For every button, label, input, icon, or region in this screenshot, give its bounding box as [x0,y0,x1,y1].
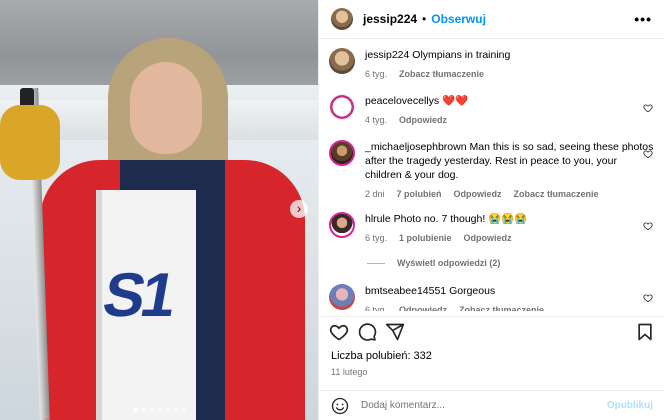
comment-username[interactable]: _michaeljosephbrown [365,141,467,153]
caption-meta: 6 tyg. Zobacz tłumaczenie [365,67,655,81]
caption-time: 6 tyg. [365,69,388,79]
separator-dot: • [422,12,427,26]
carousel-dot [132,407,138,412]
yellow-glove [0,105,60,180]
share-icon[interactable] [385,322,405,342]
comment-item: _michaeljosephbrown Man this is so sad, … [329,140,655,201]
view-replies-button[interactable]: Wyświetl odpowiedzi (2) [367,258,500,268]
comment-username[interactable]: bmtseabee14551 [365,285,446,297]
caption-username[interactable]: jessip224 [365,49,409,61]
carousel-dot [156,407,162,412]
comment-time: 6 tyg. [365,233,388,243]
jersey-number: S1 [97,261,178,330]
comment-input[interactable] [361,400,607,411]
commenter-avatar[interactable] [329,284,355,310]
commenter-avatar[interactable] [329,212,355,238]
carousel-dot [148,407,154,412]
post-photo[interactable]: S1 › [0,0,318,420]
comment-text: Photo no. 7 though! 😭😭😭 [393,213,528,225]
author-username[interactable]: jessip224 [363,12,417,26]
caption: jessip224 Olympians in training 6 tyg. Z… [329,48,655,81]
comment-body: peacelovecellys ❤️❤️ 4 tyg. Odpowiedz [365,94,655,127]
comment-body: _michaeljosephbrown Man this is so sad, … [365,140,655,201]
comment-text: ❤️❤️ [442,95,469,107]
reply-button[interactable]: Odpowiedz [454,187,502,201]
caption-text: Olympians in training [412,49,511,61]
comment-username[interactable]: hlrule [365,213,391,225]
comment-body: hlrule Photo no. 7 though! 😭😭😭 6 tyg. 1 … [365,212,655,245]
more-options-icon[interactable]: ••• [634,11,652,27]
carousel-dot [140,407,146,412]
post-date: 11 lutego [331,367,368,377]
person-face [130,62,202,154]
heart-icon[interactable] [643,290,653,303]
commenter-avatar[interactable] [329,140,355,166]
likes-total[interactable]: Liczba polubień: 332 [331,350,432,362]
bookmark-icon[interactable] [635,322,655,342]
comments-list[interactable]: jessip224 Olympians in training 6 tyg. Z… [319,40,664,311]
heart-icon[interactable] [329,322,349,342]
carousel-dot [164,407,170,412]
comment-meta: 4 tyg. Odpowiedz [365,113,655,127]
post-actions [319,316,664,346]
comment-meta: 6 tyg. 1 polubienie Odpowiedz [365,231,655,245]
carousel-dots [0,407,318,412]
comment-item: peacelovecellys ❤️❤️ 4 tyg. Odpowiedz [329,94,655,127]
publish-button[interactable]: Opublikuj [607,400,653,411]
comment-meta: 6 tyg. Odpowiedz Zobacz tłumaczenie [365,303,655,311]
reply-button[interactable]: Odpowiedz [399,113,447,127]
heart-icon[interactable] [643,146,653,159]
likes-count[interactable]: 7 polubień [397,187,442,201]
post-header: jessip224 • Obserwuj ••• [319,0,664,39]
comment-time: 4 tyg. [365,115,388,125]
comment-meta: 2 dni 7 polubień Odpowiedz Zobacz tłumac… [365,187,655,201]
comment-body: bmtseabee14551 Gorgeous 6 tyg. Odpowiedz… [365,284,655,311]
comment-time: 6 tyg. [365,305,388,311]
comment-item: bmtseabee14551 Gorgeous 6 tyg. Odpowiedz… [329,284,655,311]
translate-link[interactable]: Zobacz tłumaczenie [459,303,544,311]
reply-button[interactable]: Odpowiedz [464,231,512,245]
comment-time: 2 dni [365,189,385,199]
comment-icon[interactable] [357,322,377,342]
likes-count[interactable]: 1 polubienie [399,231,452,245]
instagram-post: S1 › jessip224 • Obserwuj ••• jessip224 … [0,0,664,420]
carousel-dot [172,407,178,412]
view-replies-label: Wyświetl odpowiedzi (2) [397,258,501,268]
translate-link[interactable]: Zobacz tłumaczenie [399,67,484,81]
post-side-panel: jessip224 • Obserwuj ••• jessip224 Olymp… [318,0,664,420]
author-avatar[interactable] [331,8,353,30]
chevron-right-icon[interactable]: › [290,200,308,218]
caption-body: jessip224 Olympians in training 6 tyg. Z… [365,48,655,81]
comment-composer: Opublikuj [319,390,664,420]
follow-button[interactable]: Obserwuj [431,12,486,26]
carousel-dot [180,407,186,412]
comment-item: hlrule Photo no. 7 though! 😭😭😭 6 tyg. 1 … [329,212,655,245]
heart-icon[interactable] [643,100,653,113]
emoji-icon[interactable] [331,397,349,415]
heart-icon[interactable] [643,218,653,231]
replies-divider [367,262,385,264]
translate-link[interactable]: Zobacz tłumaczenie [514,187,599,201]
comment-text: Gorgeous [449,285,496,297]
reply-button[interactable]: Odpowiedz [399,303,447,311]
commenter-avatar[interactable] [329,94,355,120]
author-avatar[interactable] [329,48,355,74]
comment-username[interactable]: peacelovecellys [365,95,439,107]
